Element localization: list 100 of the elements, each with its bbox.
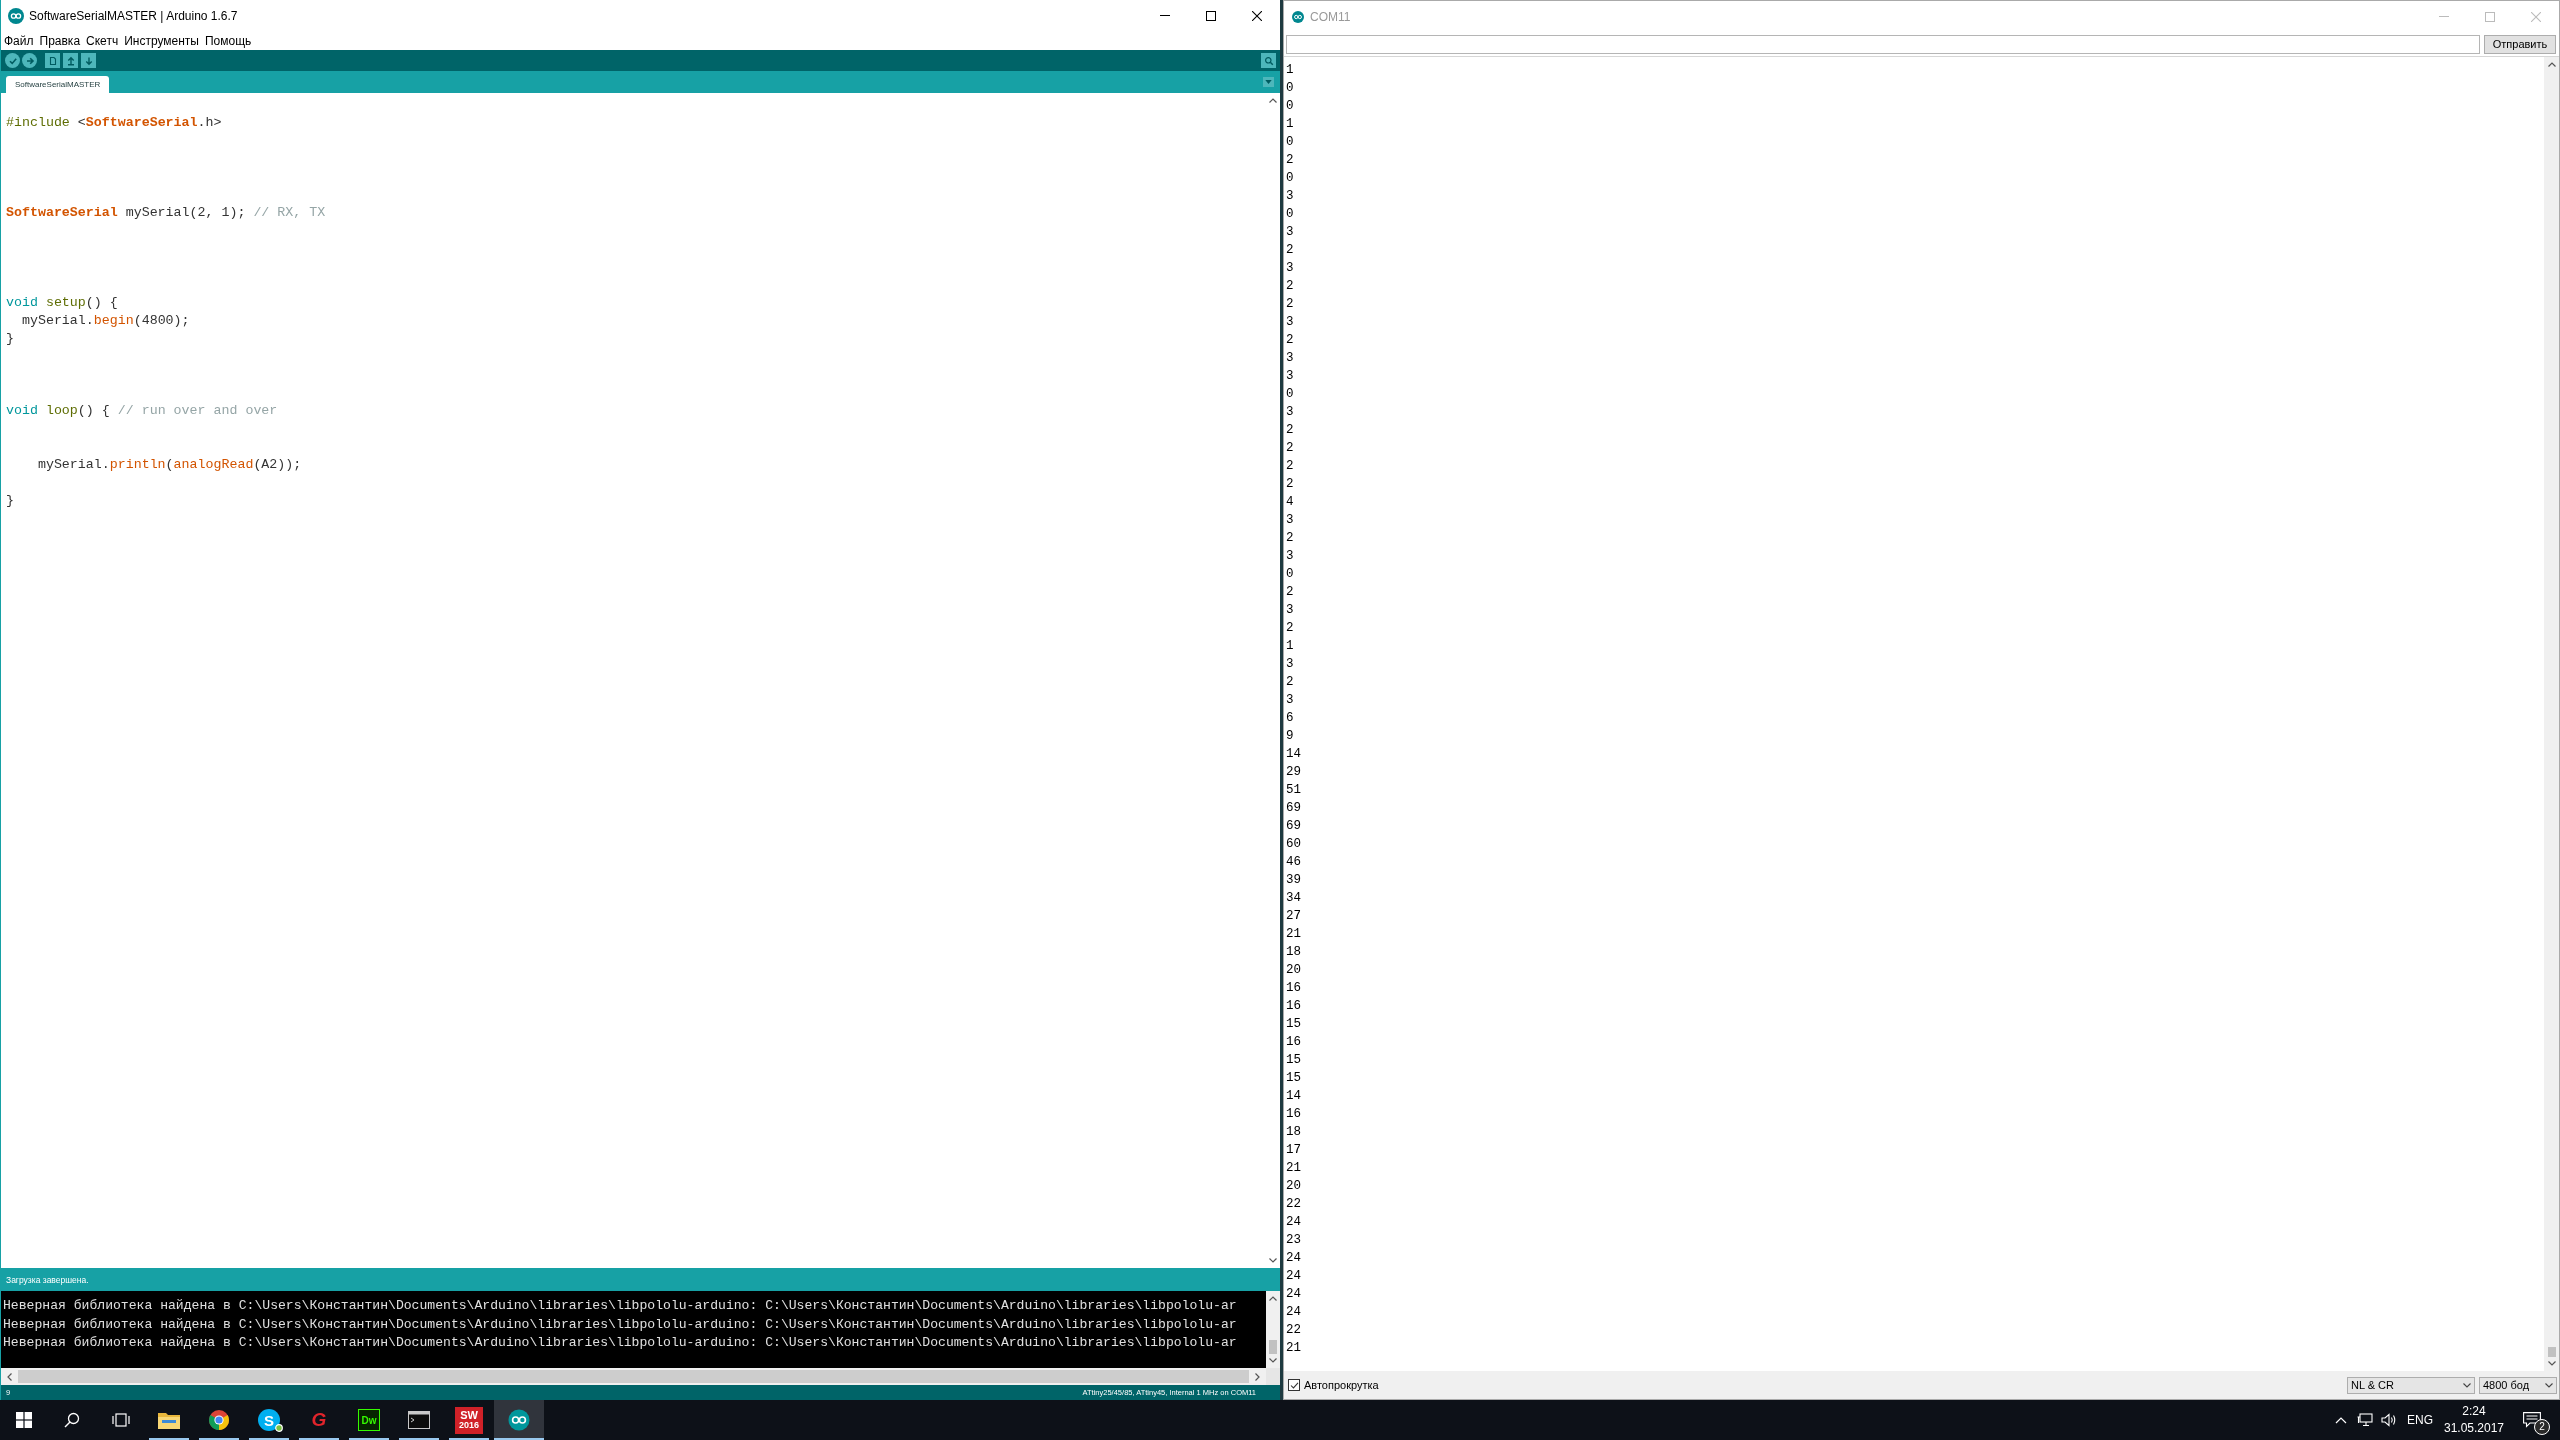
serial-output-line: 24 <box>1286 1287 1301 1301</box>
magnifier-icon <box>1263 55 1274 66</box>
serial-output-line: 0 <box>1286 81 1294 95</box>
autoscroll-checkbox[interactable] <box>1288 1379 1300 1391</box>
maximize-icon <box>2485 11 2495 22</box>
serial-output-line: 18 <box>1286 945 1301 959</box>
infinity-logo-icon <box>1292 10 1304 23</box>
arrow-up-icon <box>65 55 76 66</box>
window-title: SoftwareSerialMASTER | Arduino 1.6.7 <box>29 8 238 23</box>
serial-output-line: 24 <box>1286 1269 1301 1283</box>
language-indicator[interactable]: ENG <box>2403 1400 2437 1440</box>
menu-item[interactable]: Скетч <box>84 32 121 49</box>
vertical-scrollbar[interactable] <box>1266 1291 1280 1368</box>
code-line: } <box>6 493 14 508</box>
serial-output-line: 3 <box>1286 603 1294 617</box>
send-input-field[interactable] <box>1286 34 2480 54</box>
serial-output-line: 16 <box>1286 1035 1301 1049</box>
serial-output-line: 2 <box>1286 153 1294 167</box>
clock-date[interactable]: 31.05.2017 <box>2443 1420 2505 1437</box>
windows-icon <box>15 1412 32 1428</box>
caret-down-icon <box>2547 1361 2556 1366</box>
send-button[interactable]: Отправить <box>2484 34 2556 54</box>
task-view-icon <box>111 1413 130 1427</box>
document-icon <box>47 55 58 66</box>
autoscroll-label[interactable]: Автопрокрутка <box>1304 1379 1379 1391</box>
serial-output-line: 15 <box>1286 1017 1301 1031</box>
serial-output-line: 15 <box>1286 1071 1301 1085</box>
arrow-down-icon <box>83 55 94 66</box>
serial-output-line: 1 <box>1286 117 1294 131</box>
serial-output-line: 22 <box>1286 1197 1301 1211</box>
serial-output-line: 16 <box>1286 981 1301 995</box>
code-line: SoftwareSerial mySerial(2, 1); // RX, TX <box>6 205 326 220</box>
browser-icon <box>208 1409 230 1431</box>
serial-output-line: 69 <box>1286 801 1301 815</box>
terminal-icon <box>408 1409 430 1431</box>
action-center-button[interactable]: 2 <box>2510 1400 2554 1440</box>
serial-output-line: 1 <box>1286 639 1294 653</box>
serial-output-line: 17 <box>1286 1143 1301 1157</box>
open-button[interactable] <box>63 53 78 68</box>
serial-output-line: 27 <box>1286 909 1301 923</box>
menu-item[interactable]: Инструменты <box>122 32 201 49</box>
check-icon <box>1289 1381 1299 1389</box>
serial-output-line: 39 <box>1286 873 1301 887</box>
menu-item[interactable]: Правка <box>37 32 83 49</box>
console-line: Неверная библиотека найдена в C:\Users\Константин\Documents\Arduino\libraries\libpololu-arduino: C:\Users\Константин\Documents\Arduino\libraries\libpololu-ar <box>3 1335 1237 1350</box>
speaker-icon <box>2381 1412 2397 1428</box>
scrollbar-thumb[interactable] <box>2547 1347 2556 1357</box>
verify-button[interactable] <box>5 53 20 68</box>
save-button[interactable] <box>81 53 96 68</box>
upload-button[interactable] <box>22 53 37 68</box>
window-title: COM11 <box>1310 9 1351 24</box>
vertical-scrollbar[interactable] <box>2544 57 2559 1371</box>
serial-output-line: 51 <box>1286 783 1301 797</box>
serial-monitor-button[interactable] <box>1261 53 1276 68</box>
serial-output-line: 2 <box>1286 243 1294 257</box>
scrollbar-thumb[interactable] <box>1269 1340 1277 1354</box>
serial-output-line: 0 <box>1286 567 1294 581</box>
serial-output-line: 3 <box>1286 549 1294 563</box>
sketch-tab[interactable]: SoftwareSerialMASTER <box>6 76 110 93</box>
serial-output-line: 3 <box>1286 261 1294 275</box>
serial-output-line: 2 <box>1286 477 1294 491</box>
speech-bubble-icon <box>2523 1412 2541 1428</box>
menu-item[interactable]: Помощь <box>202 32 254 49</box>
caret-down-icon[interactable] <box>1269 1258 1277 1263</box>
menu-item[interactable]: Файл <box>2 32 36 49</box>
console-line: Неверная библиотека найдена в C:\Users\Константин\Documents\Arduino\libraries\libpololu-arduino: C:\Users\Константин\Documents\Arduino\libraries\libpololu-ar <box>3 1298 1237 1313</box>
serial-output-line: 24 <box>1286 1251 1301 1265</box>
serial-output-line: 23 <box>1286 1233 1301 1247</box>
close-icon <box>2531 11 2541 22</box>
caret-down-icon <box>1269 1358 1277 1363</box>
serial-output-line: 2 <box>1286 675 1294 689</box>
line-ending-dropdown[interactable]: NL & CR <box>2347 1376 2475 1394</box>
caret-up-icon <box>2547 62 2556 67</box>
serial-output-line: 3 <box>1286 369 1294 383</box>
clock-time[interactable]: 2:24 <box>2462 1403 2486 1420</box>
serial-output-line: 3 <box>1286 513 1294 527</box>
maximize-icon <box>1206 10 1216 21</box>
serial-output-line: 24 <box>1286 1215 1301 1229</box>
serial-output-line: 2 <box>1286 333 1294 347</box>
serial-output-line: 2 <box>1286 441 1294 455</box>
serial-output-line: 1 <box>1286 63 1294 77</box>
serial-output-line: 2 <box>1286 585 1294 599</box>
serial-output-line: 14 <box>1286 747 1301 761</box>
minimize-icon <box>1160 15 1170 16</box>
serial-output-line: 2 <box>1286 621 1294 635</box>
serial-output-line: 21 <box>1286 1341 1301 1355</box>
new-sketch-button[interactable] <box>45 53 60 68</box>
serial-output-line: 20 <box>1286 963 1301 977</box>
serial-output-line: 29 <box>1286 765 1301 779</box>
taskbar-app-button[interactable] <box>494 1400 544 1440</box>
serial-output-line: 60 <box>1286 837 1301 851</box>
caret-down-icon <box>1265 80 1272 84</box>
code-line: void setup() { <box>6 295 118 310</box>
serial-output-line: 2 <box>1286 423 1294 437</box>
infinity-logo-icon <box>508 1409 530 1431</box>
serial-output-line: 9 <box>1286 729 1294 743</box>
tab-menu-button[interactable] <box>1263 77 1274 87</box>
caret-up-icon[interactable] <box>1269 98 1277 103</box>
code-line: void loop() { // run over and over <box>6 403 278 418</box>
baud-rate-dropdown[interactable]: 4800 бод <box>2479 1376 2557 1394</box>
